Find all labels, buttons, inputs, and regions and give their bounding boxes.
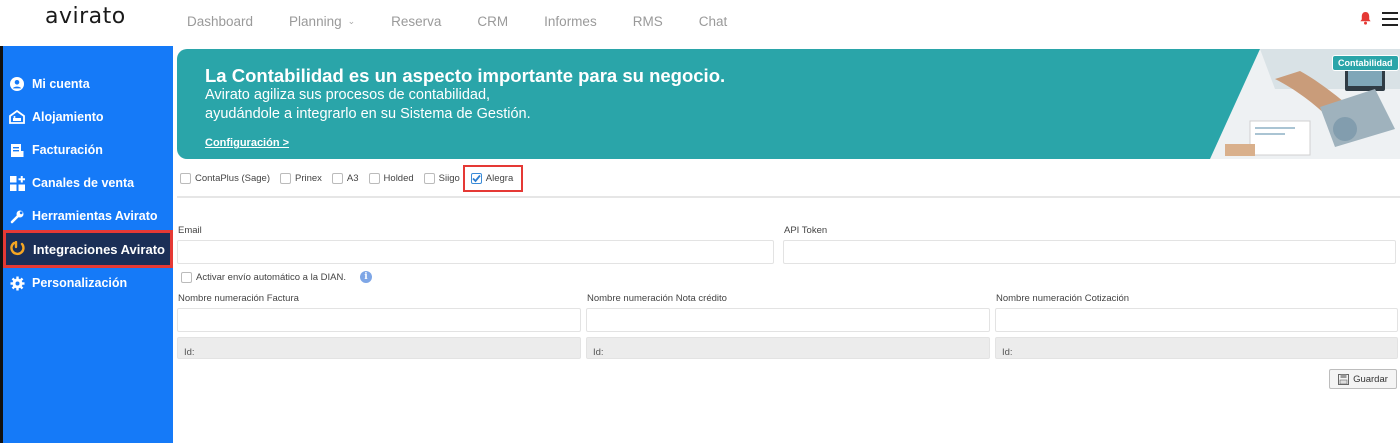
- avirato-logo[interactable]: avirato: [45, 4, 126, 29]
- option-contaplus[interactable]: ContaPlus (Sage): [180, 172, 270, 184]
- sidebar-item-integraciones[interactable]: Integraciones Avirato: [3, 230, 173, 268]
- factura-field[interactable]: [177, 308, 581, 332]
- bell-icon[interactable]: [1359, 11, 1372, 25]
- email-field[interactable]: [177, 240, 774, 264]
- sidebar-item-facturacion[interactable]: Facturación: [3, 135, 173, 165]
- chevron-down-icon: ⌄: [347, 15, 356, 26]
- sidebar-item-personalizacion[interactable]: Personalización: [3, 268, 173, 298]
- checkbox[interactable]: [181, 271, 192, 283]
- wrench-icon: [9, 208, 25, 224]
- main-nav: Dashboard Planning ⌄ Reserva CRM Informes…: [187, 0, 763, 42]
- sidebar-item-label: Mi cuenta: [32, 77, 90, 91]
- save-icon: [1338, 373, 1350, 385]
- checkbox[interactable]: [331, 172, 343, 184]
- nota-credito-field[interactable]: [586, 308, 990, 332]
- nota-credito-id: Id:: [586, 337, 990, 359]
- sidebar-item-label: Canales de venta: [32, 176, 135, 190]
- api-token-label: API Token: [784, 225, 828, 236]
- nav-crm[interactable]: CRM: [477, 14, 508, 29]
- nav-reserva[interactable]: Reserva: [391, 14, 441, 29]
- cotizacion-id: Id:: [995, 337, 1398, 359]
- contabilidad-badge: Contabilidad: [1332, 55, 1399, 71]
- api-token-field[interactable]: [783, 240, 1396, 264]
- sidebar: Mi cuenta Alojamiento Facturación Canale…: [3, 46, 173, 443]
- accounting-options: ContaPlus (Sage) Prinex A3 Holded Siigo …: [180, 163, 533, 193]
- user-icon: [9, 76, 25, 92]
- option-prinex[interactable]: Prinex: [279, 172, 322, 184]
- option-holded[interactable]: Holded: [368, 172, 414, 184]
- email-label: Email: [178, 225, 202, 236]
- banner-subtitle-1: Avirato agiliza sus procesos de contabil…: [205, 87, 491, 103]
- sidebar-item-alojamiento[interactable]: Alojamiento: [3, 102, 173, 132]
- sidebar-item-mi-cuenta[interactable]: Mi cuenta: [3, 69, 173, 99]
- invoice-icon: [9, 142, 25, 158]
- factura-id: Id:: [177, 337, 581, 359]
- option-a3[interactable]: A3: [331, 172, 359, 184]
- nav-dashboard[interactable]: Dashboard: [187, 14, 253, 29]
- factura-label: Nombre numeración Factura: [178, 293, 299, 304]
- sidebar-item-label: Personalización: [32, 276, 128, 290]
- hotel-icon: [9, 109, 25, 125]
- cotizacion-label: Nombre numeración Cotización: [996, 293, 1130, 304]
- sidebar-item-canales-de-venta[interactable]: Canales de venta: [3, 168, 173, 198]
- sidebar-item-herramientas[interactable]: Herramientas Avirato: [3, 201, 173, 231]
- checkbox[interactable]: [279, 172, 291, 184]
- sidebar-item-label: Herramientas Avirato: [32, 209, 158, 223]
- nav-informes[interactable]: Informes: [544, 14, 597, 29]
- divider: [177, 196, 1400, 198]
- banner-title: La Contabilidad es un aspecto importante…: [205, 65, 726, 86]
- nav-rms[interactable]: RMS: [633, 14, 663, 29]
- save-button[interactable]: Guardar: [1329, 369, 1397, 389]
- configuracion-link[interactable]: Configuración >: [205, 137, 289, 149]
- grid-icon: [9, 175, 25, 191]
- checkbox[interactable]: [368, 172, 380, 184]
- checkbox-checked[interactable]: [470, 172, 482, 184]
- banner-subtitle-2: ayudándole a integrarlo en su Sistema de…: [205, 106, 531, 122]
- checkbox[interactable]: [423, 172, 435, 184]
- sidebar-item-label: Integraciones Avirato: [33, 241, 165, 257]
- nota-credito-label: Nombre numeración Nota crédito: [587, 293, 727, 304]
- option-siigo[interactable]: Siigo: [423, 172, 460, 184]
- dian-option[interactable]: Activar envío automático a la DIAN. i: [181, 271, 372, 283]
- menu-icon[interactable]: [1382, 12, 1398, 26]
- option-alegra[interactable]: Alegra: [462, 164, 524, 192]
- sidebar-item-label: Facturación: [32, 143, 103, 157]
- sidebar-item-label: Alojamiento: [32, 110, 104, 124]
- promo-banner: La Contabilidad es un aspecto importante…: [177, 49, 1400, 159]
- top-navbar: avirato Dashboard Planning ⌄ Reserva CRM …: [0, 0, 1400, 46]
- info-icon[interactable]: i: [359, 271, 372, 283]
- nav-planning[interactable]: Planning ⌄: [289, 14, 355, 29]
- gear-icon: [9, 275, 25, 291]
- checkbox[interactable]: [180, 172, 191, 184]
- nav-chat[interactable]: Chat: [699, 14, 728, 29]
- integration-icon: [10, 241, 26, 257]
- check-icon: [472, 174, 481, 182]
- cotizacion-field[interactable]: [995, 308, 1398, 332]
